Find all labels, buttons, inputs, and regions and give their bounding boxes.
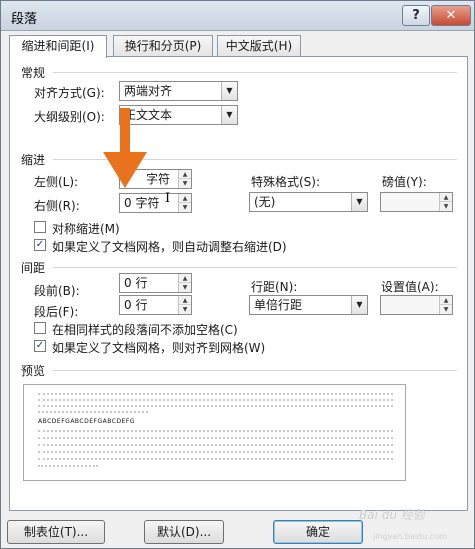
spacing-at-label: 设置值(A): bbox=[381, 280, 439, 294]
baidu-watermark-url: jingyan.baidu.com bbox=[373, 532, 447, 541]
section-divider bbox=[53, 159, 457, 160]
spin-up-icon[interactable]: ▲ bbox=[179, 194, 191, 203]
mirror-indents-label: 对称缩进(M) bbox=[52, 222, 120, 236]
indent-by-input[interactable]: ▲ ▼ bbox=[380, 192, 453, 212]
preview-following-paragraph bbox=[38, 430, 393, 432]
space-after-input[interactable]: 0 行 ▲ ▼ bbox=[119, 295, 192, 315]
space-after-spinner: ▲ ▼ bbox=[178, 296, 191, 314]
outline-level-value: 正文文本 bbox=[124, 108, 173, 122]
dropdown-arrow-icon[interactable]: ▼ bbox=[221, 82, 237, 100]
space-before-input[interactable]: 0 行 ▲ ▼ bbox=[119, 273, 192, 293]
preview-following-paragraph bbox=[38, 465, 98, 467]
help-button[interactable]: ? bbox=[402, 5, 430, 26]
preview-following-paragraph bbox=[38, 458, 393, 460]
spin-up-icon[interactable]: ▲ bbox=[440, 193, 452, 202]
section-indentation: 缩进 bbox=[21, 153, 46, 167]
spin-up-icon[interactable]: ▲ bbox=[179, 296, 191, 305]
no-space-same-style-label: 在相同样式的段落间不添加空格(C) bbox=[52, 323, 238, 337]
left-indent-input[interactable]: 字符 ▲ ▼ bbox=[119, 169, 192, 189]
tab-line-page-breaks[interactable]: 换行和分页(P) bbox=[113, 35, 213, 57]
special-indent-select[interactable]: (无) ▼ bbox=[249, 192, 368, 212]
dropdown-arrow-icon[interactable]: ▼ bbox=[351, 296, 367, 314]
section-general: 常规 bbox=[21, 66, 46, 80]
paragraph-preview: ABCDEFGABCDEFGABCDEFG bbox=[23, 384, 406, 481]
spin-down-icon[interactable]: ▼ bbox=[440, 202, 452, 211]
indent-by-spinner: ▲ ▼ bbox=[439, 193, 452, 211]
snap-to-grid-label: 如果定义了文档网格，则对齐到网格(W) bbox=[52, 341, 266, 355]
paragraph-dialog: 段落 ? ✕ 缩进和间距(I) 换行和分页(P) 中文版式(H) 常规 对齐方式… bbox=[0, 0, 475, 549]
section-preview: 预览 bbox=[21, 364, 46, 378]
spacing-at-input[interactable]: ▲ ▼ bbox=[380, 295, 453, 315]
spin-up-icon[interactable]: ▲ bbox=[179, 170, 191, 179]
ok-button[interactable]: 确定 bbox=[273, 520, 363, 544]
spin-down-icon[interactable]: ▼ bbox=[440, 305, 452, 314]
auto-adjust-indent-label: 如果定义了文档网格，则自动调整右缩进(D) bbox=[52, 240, 287, 254]
line-spacing-label: 行距(N): bbox=[251, 280, 298, 294]
space-after-label: 段后(F): bbox=[34, 305, 79, 319]
preview-following-paragraph bbox=[38, 437, 393, 439]
set-default-button[interactable]: 默认(D)... bbox=[144, 520, 224, 544]
auto-adjust-indent-checkbox[interactable]: ✓ bbox=[34, 239, 46, 251]
tabs-button[interactable]: 制表位(T)... bbox=[7, 520, 105, 544]
alignment-select[interactable]: 两端对齐 ▼ bbox=[119, 81, 238, 101]
special-indent-label: 特殊格式(S): bbox=[251, 175, 321, 189]
preview-following-paragraph bbox=[38, 451, 393, 453]
tab-asian-typography[interactable]: 中文版式(H) bbox=[217, 35, 301, 57]
mirror-indents-checkbox[interactable] bbox=[34, 221, 46, 233]
outline-level-select[interactable]: 正文文本 ▼ bbox=[119, 105, 238, 125]
space-before-spinner: ▲ ▼ bbox=[178, 274, 191, 292]
dialog-title: 段落 bbox=[11, 12, 38, 27]
space-before-value: 0 行 bbox=[124, 276, 148, 290]
preview-sample-text: ABCDEFGABCDEFGABCDEFG bbox=[38, 418, 135, 425]
close-button[interactable]: ✕ bbox=[431, 5, 471, 26]
tab-indents-spacing[interactable]: 缩进和间距(I) bbox=[9, 35, 107, 58]
dropdown-arrow-icon[interactable]: ▼ bbox=[351, 193, 367, 211]
spin-up-icon[interactable]: ▲ bbox=[440, 296, 452, 305]
right-indent-input[interactable]: 0 字符 ▲ ▼ bbox=[119, 193, 192, 213]
space-after-value: 0 行 bbox=[124, 298, 148, 312]
spin-down-icon[interactable]: ▼ bbox=[179, 179, 191, 188]
section-divider bbox=[53, 267, 457, 268]
spin-down-icon[interactable]: ▼ bbox=[179, 305, 191, 314]
left-indent-spinner: ▲ ▼ bbox=[178, 170, 191, 188]
line-spacing-value: 单倍行距 bbox=[254, 298, 303, 312]
no-space-same-style-checkbox[interactable] bbox=[34, 322, 46, 334]
left-indent-value: 字符 bbox=[146, 172, 171, 186]
section-divider bbox=[53, 370, 457, 371]
text-cursor-icon: I bbox=[165, 191, 171, 206]
spin-down-icon[interactable]: ▼ bbox=[179, 203, 191, 212]
preview-previous-paragraph bbox=[38, 399, 393, 401]
snap-to-grid-checkbox[interactable]: ✓ bbox=[34, 340, 46, 352]
right-indent-spinner: ▲ ▼ bbox=[178, 194, 191, 212]
right-indent-label: 右侧(R): bbox=[34, 199, 80, 213]
baidu-watermark: Bai du 经验 bbox=[359, 508, 425, 522]
preview-previous-paragraph bbox=[38, 411, 148, 413]
preview-previous-paragraph bbox=[38, 405, 393, 407]
spacing-at-spinner: ▲ ▼ bbox=[439, 296, 452, 314]
section-spacing: 间距 bbox=[21, 261, 46, 275]
left-indent-label: 左侧(L): bbox=[34, 175, 79, 189]
outline-level-label: 大纲级别(O): bbox=[34, 110, 105, 124]
right-indent-value: 0 字符 bbox=[124, 196, 160, 210]
spin-up-icon[interactable]: ▲ bbox=[179, 274, 191, 283]
section-divider bbox=[53, 72, 457, 73]
indent-by-label: 磅值(Y): bbox=[382, 175, 427, 189]
preview-previous-paragraph bbox=[38, 393, 393, 395]
title-bar: 段落 ? ✕ bbox=[1, 1, 474, 31]
space-before-label: 段前(B): bbox=[34, 284, 80, 298]
special-indent-value: (无) bbox=[254, 195, 276, 209]
alignment-value: 两端对齐 bbox=[124, 84, 173, 98]
dropdown-arrow-icon[interactable]: ▼ bbox=[221, 106, 237, 124]
line-spacing-select[interactable]: 单倍行距 ▼ bbox=[249, 295, 368, 315]
alignment-label: 对齐方式(G): bbox=[34, 86, 105, 100]
preview-following-paragraph bbox=[38, 444, 393, 446]
spin-down-icon[interactable]: ▼ bbox=[179, 283, 191, 292]
